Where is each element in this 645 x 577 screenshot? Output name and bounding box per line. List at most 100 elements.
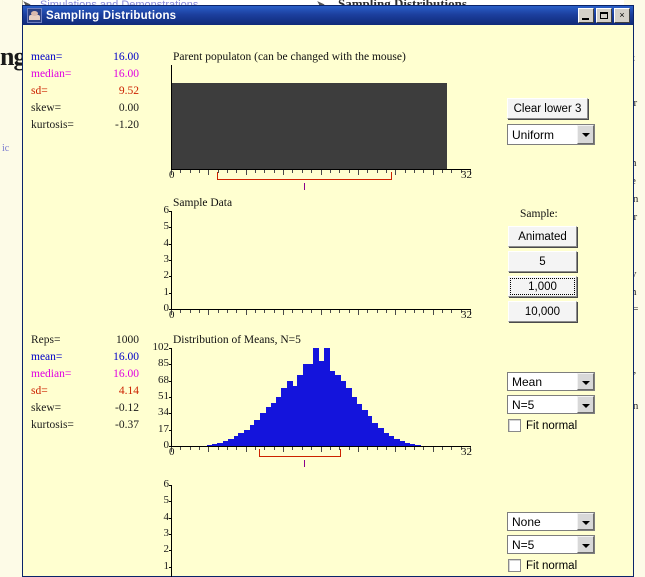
- x-tick-mark: [395, 310, 397, 315]
- x-tick-mark: [451, 447, 453, 450]
- sample-data-y-tick-mark: [169, 292, 172, 294]
- bottom-statistic-value: None: [512, 514, 541, 529]
- sample-data-plot-title: Sample Data: [173, 197, 233, 209]
- parent-population-plot[interactable]: Parent populaton (can be changed with th…: [153, 51, 473, 190]
- distribution-of-means-y-tick-label: 85: [158, 357, 169, 370]
- window-buttons: ×: [578, 8, 630, 23]
- parent-stat-label: skew=: [31, 102, 62, 114]
- background-left-column: [0, 0, 23, 577]
- means-stat-value: 16.00: [113, 351, 139, 363]
- x-tick-mark: [255, 447, 257, 450]
- middle-fit-normal-checkbox[interactable]: Fit normal: [508, 419, 577, 432]
- chevron-down-icon[interactable]: [577, 373, 594, 390]
- parent-population-distribution-area[interactable]: [172, 83, 447, 169]
- bottom-plot-y-tick-mark: [169, 485, 172, 486]
- sample-data-y-tick-mark: [169, 243, 172, 245]
- x-tick-mark: [236, 310, 238, 313]
- x-tick-mark: [413, 447, 415, 450]
- parent-population-center-marker: [304, 183, 305, 190]
- parent-population-range-bracket[interactable]: [217, 172, 392, 180]
- x-tick-mark: [423, 447, 425, 450]
- sample-data-y-tick-mark: [169, 227, 172, 229]
- means-stat-value: 16.00: [113, 368, 139, 380]
- bottom-statistic-select[interactable]: None: [507, 512, 595, 531]
- bottom-plot-y-tick-label: 5: [163, 494, 170, 507]
- chevron-down-icon[interactable]: [577, 125, 594, 144]
- x-tick-mark: [311, 310, 313, 313]
- x-tick-mark: [395, 447, 397, 452]
- chevron-down-icon[interactable]: [577, 536, 594, 553]
- distribution-of-means-plot[interactable]: Distribution of Means, N=5 102 85 68 51 34 17…: [153, 334, 473, 467]
- x-tick-mark: [180, 170, 182, 173]
- parent-stat-label: mean=: [31, 51, 63, 63]
- chevron-down-icon[interactable]: [577, 513, 594, 530]
- x-tick-mark: [189, 310, 191, 313]
- means-stat-label: kurtosis=: [31, 419, 74, 431]
- x-tick-mark: [180, 447, 182, 450]
- x-tick-mark: [189, 447, 191, 450]
- sample-data-y-tick-label: 4: [163, 236, 170, 249]
- means-stat-value: -0.12: [115, 402, 139, 414]
- sample-data-plot[interactable]: Sample Data 6543210 0 32: [153, 197, 473, 321]
- distribution-of-means-xtick-max: 32: [461, 446, 472, 458]
- distribution-of-means-center-marker: [304, 460, 305, 467]
- bottom-plot-y-tick-label: 4: [163, 510, 170, 523]
- minimize-button[interactable]: [578, 8, 594, 23]
- sample-5-button[interactable]: 5: [508, 251, 577, 272]
- sample-1000-button[interactable]: 1,000: [508, 276, 577, 297]
- checkbox-icon[interactable]: [508, 419, 521, 432]
- close-button[interactable]: ×: [614, 8, 630, 23]
- maximize-button[interactable]: [596, 8, 612, 23]
- parent-stat-value: 16.00: [113, 68, 139, 80]
- chevron-down-icon[interactable]: [577, 396, 594, 413]
- distribution-of-means-xtick-min: 0: [169, 446, 175, 458]
- background-left-text-fragment: ic: [2, 143, 10, 154]
- x-tick-mark: [283, 310, 285, 315]
- window-titlebar[interactable]: Sampling Distributions ×: [23, 6, 633, 25]
- sample-data-x-ticks: [171, 310, 471, 315]
- means-stat-value: -0.37: [115, 419, 139, 431]
- x-tick-mark: [395, 170, 397, 175]
- middle-statistic-select[interactable]: Mean: [507, 372, 595, 391]
- population-shape-select[interactable]: Uniform: [507, 124, 595, 145]
- x-tick-mark: [404, 170, 406, 173]
- x-tick-mark: [357, 310, 359, 315]
- sample-data-y-tick-mark: [169, 276, 172, 278]
- bottom-plot-y-tick-mark: [169, 550, 172, 552]
- bottom-fit-normal-checkbox[interactable]: Fit normal: [508, 559, 577, 572]
- x-tick-mark: [227, 447, 229, 450]
- bottom-plot-y-tick-mark: [169, 517, 172, 519]
- sample-10000-button[interactable]: 10,000: [508, 301, 577, 322]
- x-tick-mark: [432, 310, 434, 315]
- x-tick-mark: [180, 310, 182, 313]
- distribution-of-means-y-tick-label: 68: [158, 373, 169, 386]
- x-tick-mark: [236, 447, 238, 450]
- middle-fit-normal-label: Fit normal: [526, 419, 578, 432]
- sample-data-xtick-min: 0: [169, 309, 175, 321]
- x-tick-mark: [367, 447, 369, 450]
- x-tick-mark: [348, 310, 350, 313]
- x-tick-mark: [441, 170, 443, 173]
- bottom-plot[interactable]: 6543210 0 32: [153, 473, 473, 577]
- x-tick-mark: [441, 447, 443, 450]
- distribution-of-means-y-ticks: 102 85 68 51 34 17 0: [135, 334, 172, 454]
- sample-animated-button[interactable]: Animated: [508, 226, 577, 247]
- x-tick-mark: [376, 310, 378, 313]
- distribution-of-means-range-bracket[interactable]: [259, 449, 341, 457]
- sample-data-y-tick-mark: [169, 260, 172, 261]
- distribution-of-means-y-tick-label: 17: [158, 422, 169, 435]
- sample-section-label: Sample:: [520, 208, 558, 220]
- x-tick-mark: [199, 310, 201, 313]
- bottom-plot-y-tick-mark: [169, 501, 172, 503]
- checkbox-icon[interactable]: [508, 559, 521, 572]
- clear-lower-3-button[interactable]: Clear lower 3: [507, 98, 588, 119]
- middle-sample-size-select[interactable]: N=5: [507, 395, 595, 414]
- x-tick-mark: [404, 310, 406, 313]
- sample-data-y-tick-label: 2: [163, 269, 170, 282]
- sample-data-y-ticks: 6 5 4 3 2 1 0: [153, 197, 172, 314]
- window-title: Sampling Distributions: [46, 9, 177, 22]
- sample-data-y-tick-mark: [169, 211, 172, 212]
- bottom-sample-size-select[interactable]: N=5: [507, 535, 595, 554]
- x-tick-mark: [432, 447, 434, 452]
- sample-data-y-tick-label: 3: [163, 253, 170, 265]
